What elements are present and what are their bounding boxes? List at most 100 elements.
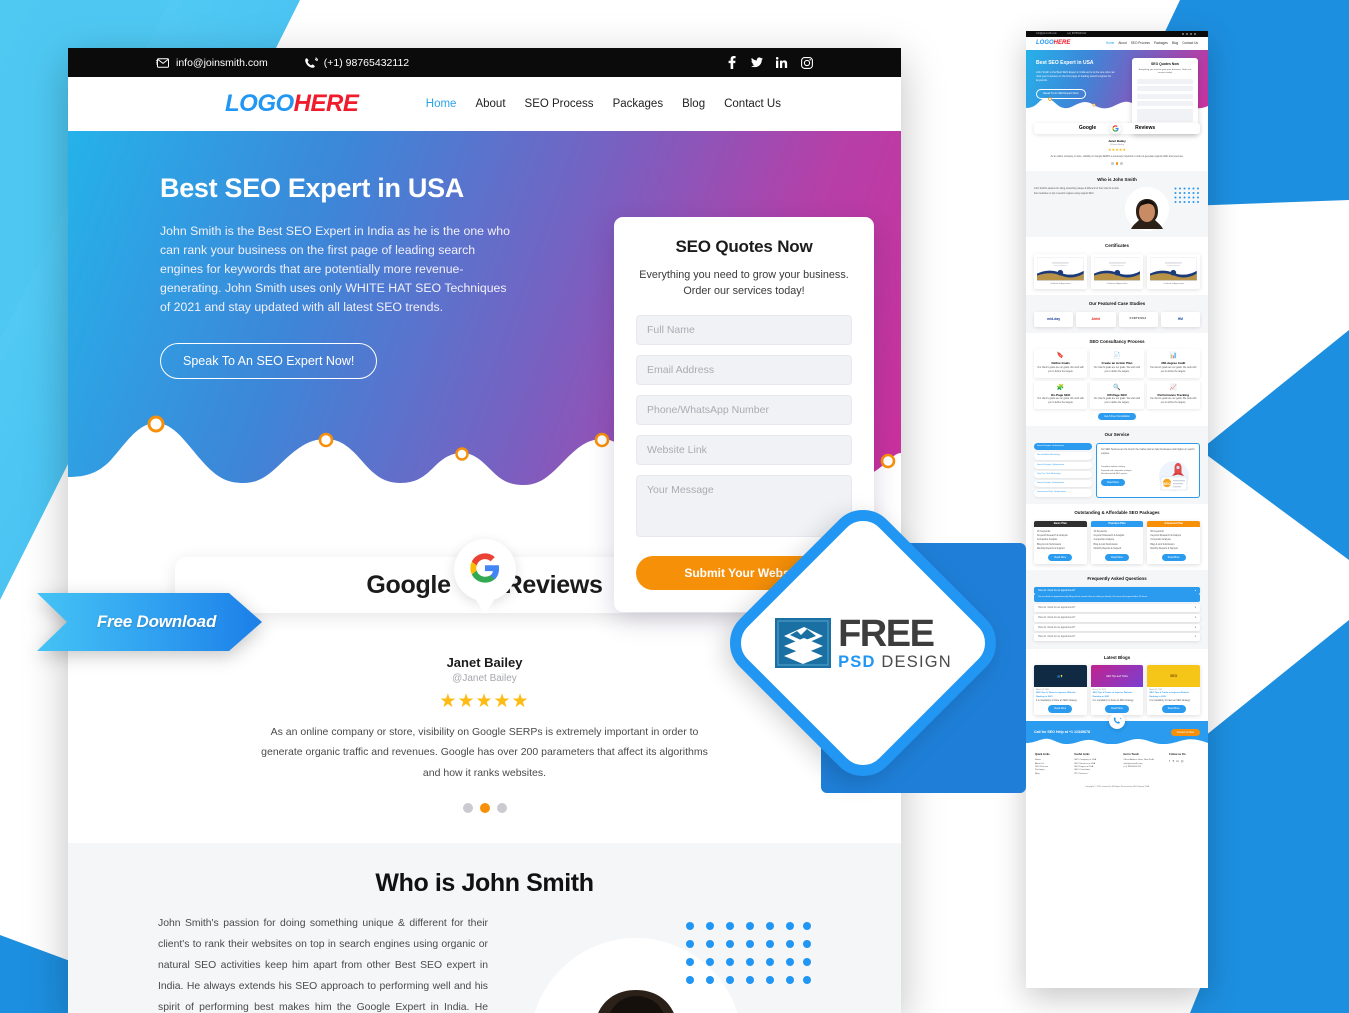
thumb-case-logo[interactable]: Airtel [1076, 311, 1116, 327]
thumb-nav-packages[interactable]: Packages [1154, 41, 1168, 46]
thumb-packages-heading: Outstanding & Affordable SEO Packages [1074, 510, 1160, 516]
thumb-package-button[interactable]: Read More [1105, 553, 1129, 562]
thumb-certificate-card[interactable]: Certificate of Appreciation [1034, 253, 1087, 290]
thumb-blog-button[interactable]: Read More [1105, 705, 1129, 713]
thumb-review-text: As an online company or store, visibilit… [1050, 155, 1184, 158]
thumb-faq-item[interactable]: How do I book for an appointment? ▾ [1034, 633, 1200, 641]
thumb-cta-phone: +1 12345678 [1068, 729, 1091, 734]
thumb-nav-home[interactable]: Home [1106, 41, 1115, 46]
thumb-package-card[interactable]: Advanced Plan 50 Keywords Keyword Resear… [1147, 520, 1201, 565]
thumb-blog-image: 👥💡 [1034, 665, 1087, 688]
thumb-nav-about[interactable]: About [1118, 41, 1126, 46]
thumb-dot-2[interactable] [1115, 162, 1119, 165]
thumb-faq-item[interactable]: How do I book for an appointment? ▾ [1034, 613, 1200, 622]
twitter-icon[interactable] [751, 56, 763, 69]
phone-contact[interactable]: (+1) 98765432112 [304, 57, 409, 69]
thumb-process-button[interactable]: Get A Free Consultation [1098, 412, 1136, 421]
nav-link-about[interactable]: About [475, 98, 505, 110]
email-address-input[interactable] [636, 355, 852, 386]
thumb-blogs-heading: Latest Blogs [1103, 654, 1131, 660]
thumb-service-tab[interactable]: Conversion Rate Optimization [1034, 489, 1092, 497]
thumb-faq-item[interactable]: How do I book for an appointment? ▾ [1034, 604, 1200, 612]
thumb-blog-card[interactable]: SEO March 12, 2021 SEO Tips & Tricks to … [1147, 665, 1201, 715]
thumb-dot-1[interactable] [1111, 162, 1114, 165]
speak-to-expert-button[interactable]: Speak To An SEO Expert Now! [160, 343, 378, 380]
facebook-icon[interactable]: f [1169, 759, 1170, 764]
thumb-blog-excerpt: It is mandatory to have an SEO strategy. [1036, 699, 1078, 702]
thumb-nav-process[interactable]: SEO Process [1131, 41, 1150, 46]
about-paragraph: John Smith's passion for doing something… [158, 918, 488, 1013]
thumb-case-logo[interactable]: FORTESSA [1118, 311, 1158, 327]
thumb-cta-text: Call for SEO Help at [1034, 729, 1068, 734]
thumb-nav-blog[interactable]: Blog [1172, 41, 1178, 46]
thumb-package-feature: Monthly Reports & Support [1037, 548, 1065, 551]
thumb-blog-card[interactable]: SEO Tips and Tricks March 12, 2021 SEO T… [1090, 665, 1144, 715]
thumb-logo-2: HERE [1053, 40, 1071, 46]
thumb-service-tab[interactable]: Search Engine Optimization [1034, 442, 1092, 451]
instagram-icon[interactable] [801, 56, 813, 69]
carousel-dot-3[interactable] [496, 803, 507, 814]
thumb-form-field-4[interactable] [1137, 101, 1193, 107]
thumb-certificate-card[interactable]: Certificate of Appreciation [1147, 253, 1201, 290]
carousel-dot-1[interactable] [462, 803, 473, 814]
full-name-input[interactable] [636, 315, 852, 346]
thumb-service-button[interactable]: Read More [1101, 478, 1125, 487]
thumb-footer-heading: Follow us On [1169, 753, 1186, 757]
email-contact[interactable]: info@joinsmith.com [156, 57, 268, 69]
thumb-process-desc: Our client's goals are our goals. We wor… [1150, 366, 1197, 374]
thumb-form-field-1[interactable] [1137, 78, 1193, 84]
thumb-blog-title: SEO Tips & Tricks to Improve Website Ran… [1036, 692, 1076, 698]
free-download-ribbon[interactable]: Free Download [37, 593, 262, 651]
nav-link-contact-us[interactable]: Contact Us [724, 98, 781, 110]
phone-ring-icon [304, 56, 318, 69]
thumb-form-field-2[interactable] [1137, 86, 1193, 92]
thumb-package-card[interactable]: Basic Plan 15 Keywords Keyword Research … [1034, 520, 1087, 565]
thumb-blog-button[interactable]: Read More [1048, 705, 1073, 713]
thumb-package-button[interactable]: Read More [1048, 553, 1073, 562]
nav-link-seo-process[interactable]: SEO Process [525, 98, 594, 110]
nav-link-home[interactable]: Home [426, 98, 457, 110]
thumb-blog-image: SEO Tips and Tricks [1090, 665, 1144, 688]
facebook-icon[interactable] [726, 56, 738, 69]
thumb-faq-question: How do I book for an appointment? [1038, 635, 1076, 639]
thumb-blog-card[interactable]: 👥💡 March 12, 2021 SEO Tips & Tricks to I… [1034, 665, 1087, 715]
website-link-input[interactable] [636, 435, 852, 466]
thumb-case-logo[interactable]: HM [1160, 311, 1200, 327]
thumb-footer-link[interactable]: PPC Services [1074, 773, 1117, 776]
google-g-icon [469, 552, 501, 589]
thumb-footer-contact[interactable]: (+1) 98765432112 [1123, 766, 1163, 769]
instagram-icon[interactable]: ◎ [1181, 759, 1184, 764]
thumb-case-logo[interactable]: mid-day [1034, 311, 1074, 327]
thumb-cta-button[interactable]: Contact Us Now [1170, 728, 1200, 737]
thumb-footer-link[interactable]: Blog [1035, 773, 1068, 776]
nav-link-packages[interactable]: Packages [613, 98, 664, 110]
thumb-faq-item[interactable]: How do I book for an appointment? ▴ [1034, 586, 1200, 595]
thumb-certificate-caption: Certificate of Appreciation [1050, 283, 1071, 286]
site-logo[interactable]: LOGOHERE [225, 90, 359, 118]
thumb-navbar: LOGOHERE Home About SEO Process Packages… [1026, 37, 1208, 50]
phone-call-icon [1109, 712, 1125, 729]
thumb-form-title: SEO Quotes Now [1151, 62, 1179, 66]
thumb-package-button[interactable]: Read More [1161, 553, 1186, 562]
nav-link-blog[interactable]: Blog [682, 98, 705, 110]
linkedin-icon[interactable] [776, 56, 788, 69]
twitter-icon[interactable]: ✦ [1172, 759, 1175, 764]
phone-whatsapp-input[interactable] [636, 395, 852, 426]
thumb-form-message[interactable] [1137, 108, 1193, 122]
thumb-service-tab[interactable]: Pay Per Click Marketing [1034, 470, 1092, 479]
thumb-service-tab[interactable]: Social Media Marketing [1034, 452, 1092, 460]
thumb-certificate-card[interactable]: Certificate of Appreciation [1090, 253, 1144, 290]
thumb-package-card[interactable]: Premium Plan 30 Keywords Keyword Researc… [1090, 520, 1144, 565]
thumb-dot-3[interactable] [1120, 162, 1123, 165]
badge-design-word: DESIGN [881, 653, 952, 672]
carousel-dot-2[interactable] [479, 803, 490, 814]
linkedin-icon[interactable]: in [1177, 759, 1179, 764]
thumb-form-field-3[interactable] [1137, 93, 1193, 99]
bg-wedge-right-mid [1200, 330, 1349, 560]
thumb-service-tab[interactable]: Search Engine Optimization [1034, 480, 1092, 488]
thumb-blog-button[interactable]: Read More [1161, 705, 1186, 713]
thumb-nav-contact[interactable]: Contact Us [1182, 41, 1198, 46]
thumb-service-tab[interactable]: Search Engine Optimization [1034, 461, 1092, 469]
thumb-faq-item[interactable]: How do I book for an appointment? ▾ [1034, 623, 1200, 632]
thumb-case-studies-section: Our Featured Case Studies mid-day Airtel… [1026, 295, 1208, 333]
